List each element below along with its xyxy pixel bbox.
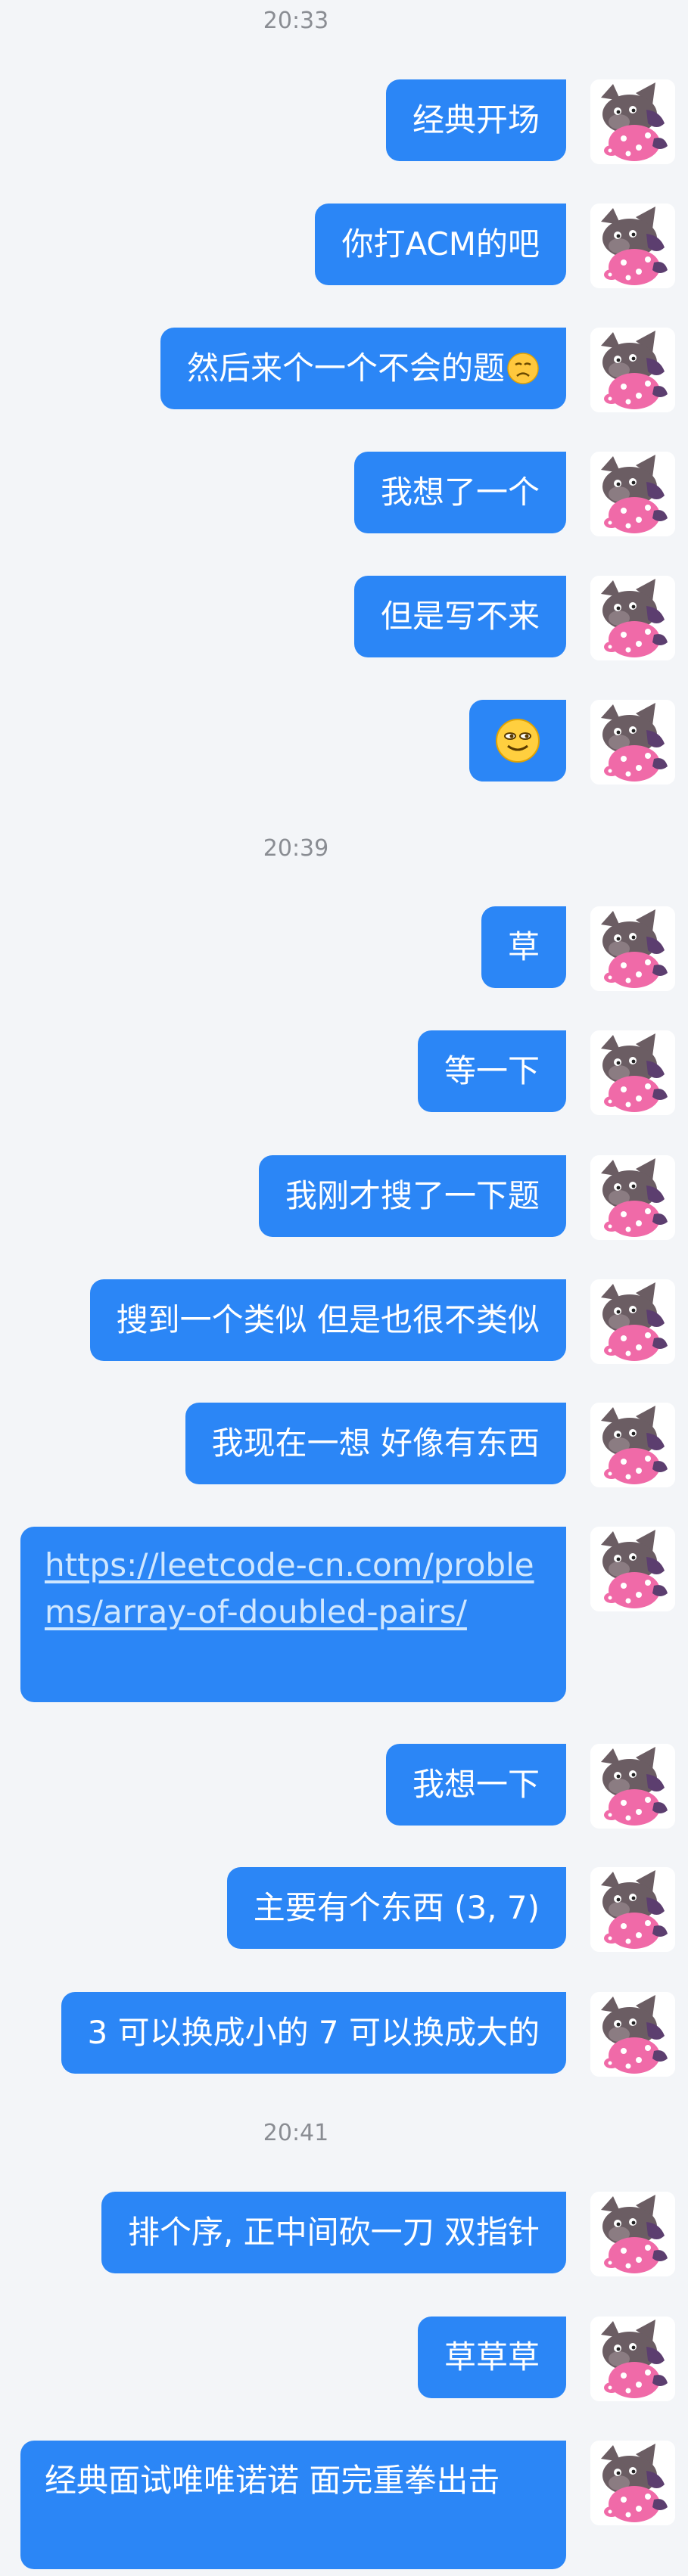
message-bubble[interactable]: 3 可以换成小的 7 可以换成大的 — [61, 1992, 566, 2074]
cartoon-dog-avatar-icon — [590, 1744, 675, 1829]
cartoon-dog-avatar-icon — [590, 2317, 675, 2401]
cartoon-dog-avatar-icon — [590, 1867, 675, 1952]
cartoon-dog-avatar-icon — [590, 1279, 675, 1364]
avatar[interactable] — [590, 1155, 675, 1240]
message-bubble[interactable]: https://leetcode-cn.com/problems/array-o… — [20, 1527, 566, 1702]
message-bubble[interactable]: 但是写不来 — [353, 576, 566, 657]
avatar[interactable] — [590, 2192, 675, 2276]
avatar[interactable] — [590, 2441, 675, 2525]
cartoon-dog-avatar-icon — [590, 328, 675, 412]
avatar[interactable] — [590, 1279, 675, 1364]
avatar[interactable] — [590, 576, 675, 660]
cartoon-dog-avatar-icon — [590, 1155, 675, 1240]
avatar[interactable] — [590, 1992, 675, 2077]
message-bubble[interactable]: 经典面试唯唯诺诺 面完重拳出击 — [20, 2441, 566, 2569]
timestamp: 20:39 — [263, 835, 329, 862]
message-bubble[interactable]: 我刚才搜了一下题 — [258, 1155, 566, 1237]
cartoon-dog-avatar-icon — [590, 2192, 675, 2276]
avatar[interactable] — [590, 1867, 675, 1952]
message-bubble[interactable]: 经典开场 — [385, 79, 566, 161]
cartoon-dog-avatar-icon — [590, 1992, 675, 2077]
avatar[interactable] — [590, 2317, 675, 2401]
cartoon-dog-avatar-icon — [590, 2441, 675, 2525]
cartoon-dog-avatar-icon — [590, 1527, 675, 1611]
message-bubble[interactable] — [469, 700, 566, 782]
message-bubble[interactable]: 草 — [481, 906, 566, 988]
avatar[interactable] — [590, 1030, 675, 1115]
avatar[interactable] — [590, 204, 675, 288]
message-bubble[interactable]: 你打ACM的吧 — [315, 204, 566, 285]
message-bubble[interactable]: 我想一下 — [385, 1744, 566, 1826]
message-bubble[interactable]: 等一下 — [417, 1030, 566, 1112]
avatar[interactable] — [590, 906, 675, 991]
cartoon-dog-avatar-icon — [590, 700, 675, 785]
cartoon-dog-avatar-icon — [590, 204, 675, 288]
avatar[interactable] — [590, 79, 675, 164]
cartoon-dog-avatar-icon — [590, 906, 675, 991]
avatar[interactable] — [590, 700, 675, 785]
cartoon-dog-avatar-icon — [590, 1403, 675, 1487]
message-bubble[interactable]: 主要有个东西 (3, 7) — [226, 1867, 566, 1949]
cartoon-dog-avatar-icon — [590, 452, 675, 536]
message-bubble[interactable]: 搜到一个类似 但是也很不类似 — [89, 1279, 566, 1361]
cartoon-dog-avatar-icon — [590, 1030, 675, 1115]
timestamp: 20:33 — [263, 8, 329, 34]
avatar[interactable] — [590, 452, 675, 536]
avatar[interactable] — [590, 1527, 675, 1611]
message-text: 然后来个一个不会的题 — [186, 350, 505, 387]
cartoon-dog-avatar-icon — [590, 576, 675, 660]
avatar[interactable] — [590, 1403, 675, 1487]
cartoon-dog-avatar-icon — [590, 79, 675, 164]
timestamp: 20:41 — [263, 2120, 329, 2146]
avatar[interactable] — [590, 328, 675, 412]
message-bubble[interactable]: 我现在一想 好像有东西 — [185, 1403, 566, 1484]
message-link[interactable]: https://leetcode-cn.com/problems/array-o… — [45, 1546, 534, 1630]
message-bubble[interactable]: 然后来个一个不会的题 — [160, 328, 566, 409]
message-bubble[interactable]: 草草草 — [417, 2317, 566, 2398]
message-bubble[interactable]: 我想了一个 — [353, 452, 566, 533]
message-bubble[interactable]: 排个序, 正中间砍一刀 双指针 — [101, 2192, 566, 2273]
avatar[interactable] — [590, 1744, 675, 1829]
grinning-face-icon — [494, 717, 541, 764]
frowning-face-icon — [506, 352, 540, 385]
